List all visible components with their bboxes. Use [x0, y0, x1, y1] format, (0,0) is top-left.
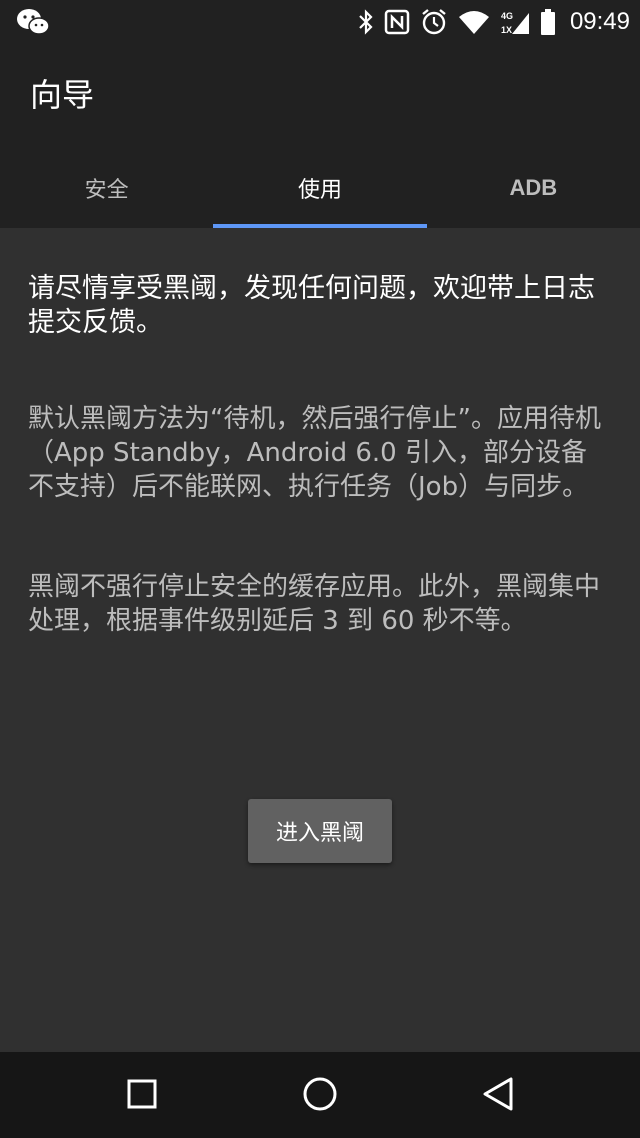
- tab-security[interactable]: 安全: [0, 154, 213, 228]
- tab-bar: 安全 使用 ADB: [0, 154, 640, 228]
- bluetooth-icon: [358, 9, 374, 35]
- clock: 09:49: [569, 8, 630, 35]
- intro-text: 请尽情享受黑阈，发现任何问题，欢迎带上日志提交反馈。: [28, 273, 595, 338]
- home-icon[interactable]: [298, 1072, 342, 1116]
- alarm-icon: [420, 8, 448, 36]
- tab-adb[interactable]: ADB: [427, 154, 640, 228]
- app-bar: 向导 安全 使用 ADB: [0, 44, 640, 228]
- wechat-icon: [16, 8, 50, 36]
- main-content: 请尽情享受黑阈，发现任何问题，欢迎带上日志提交反馈。 默认黑阈方法为“待机，然后…: [28, 272, 612, 636]
- signal-icon: 4G 1X: [500, 8, 530, 36]
- method-description: 默认黑阈方法为“待机，然后强行停止”。应用待机（App Standby，Andr…: [28, 404, 601, 502]
- cache-description: 黑阈不强行停止安全的缓存应用。此外，黑阈集中处理，根据事件级别延后 3 到 60…: [28, 572, 601, 636]
- page-title: 向导: [30, 76, 95, 114]
- sim-label: 1X: [501, 25, 512, 35]
- back-icon[interactable]: [476, 1072, 520, 1116]
- navigation-bar: [0, 1052, 640, 1138]
- network-type-label: 4G: [501, 11, 513, 21]
- tab-usage[interactable]: 使用: [213, 154, 427, 228]
- wifi-icon: [458, 9, 490, 35]
- nfc-icon: [384, 9, 410, 35]
- status-bar: 4G 1X 09:49: [0, 0, 640, 44]
- enter-button[interactable]: 进入黑阈: [248, 799, 392, 863]
- battery-icon: [540, 8, 556, 36]
- recent-apps-icon[interactable]: [120, 1072, 164, 1116]
